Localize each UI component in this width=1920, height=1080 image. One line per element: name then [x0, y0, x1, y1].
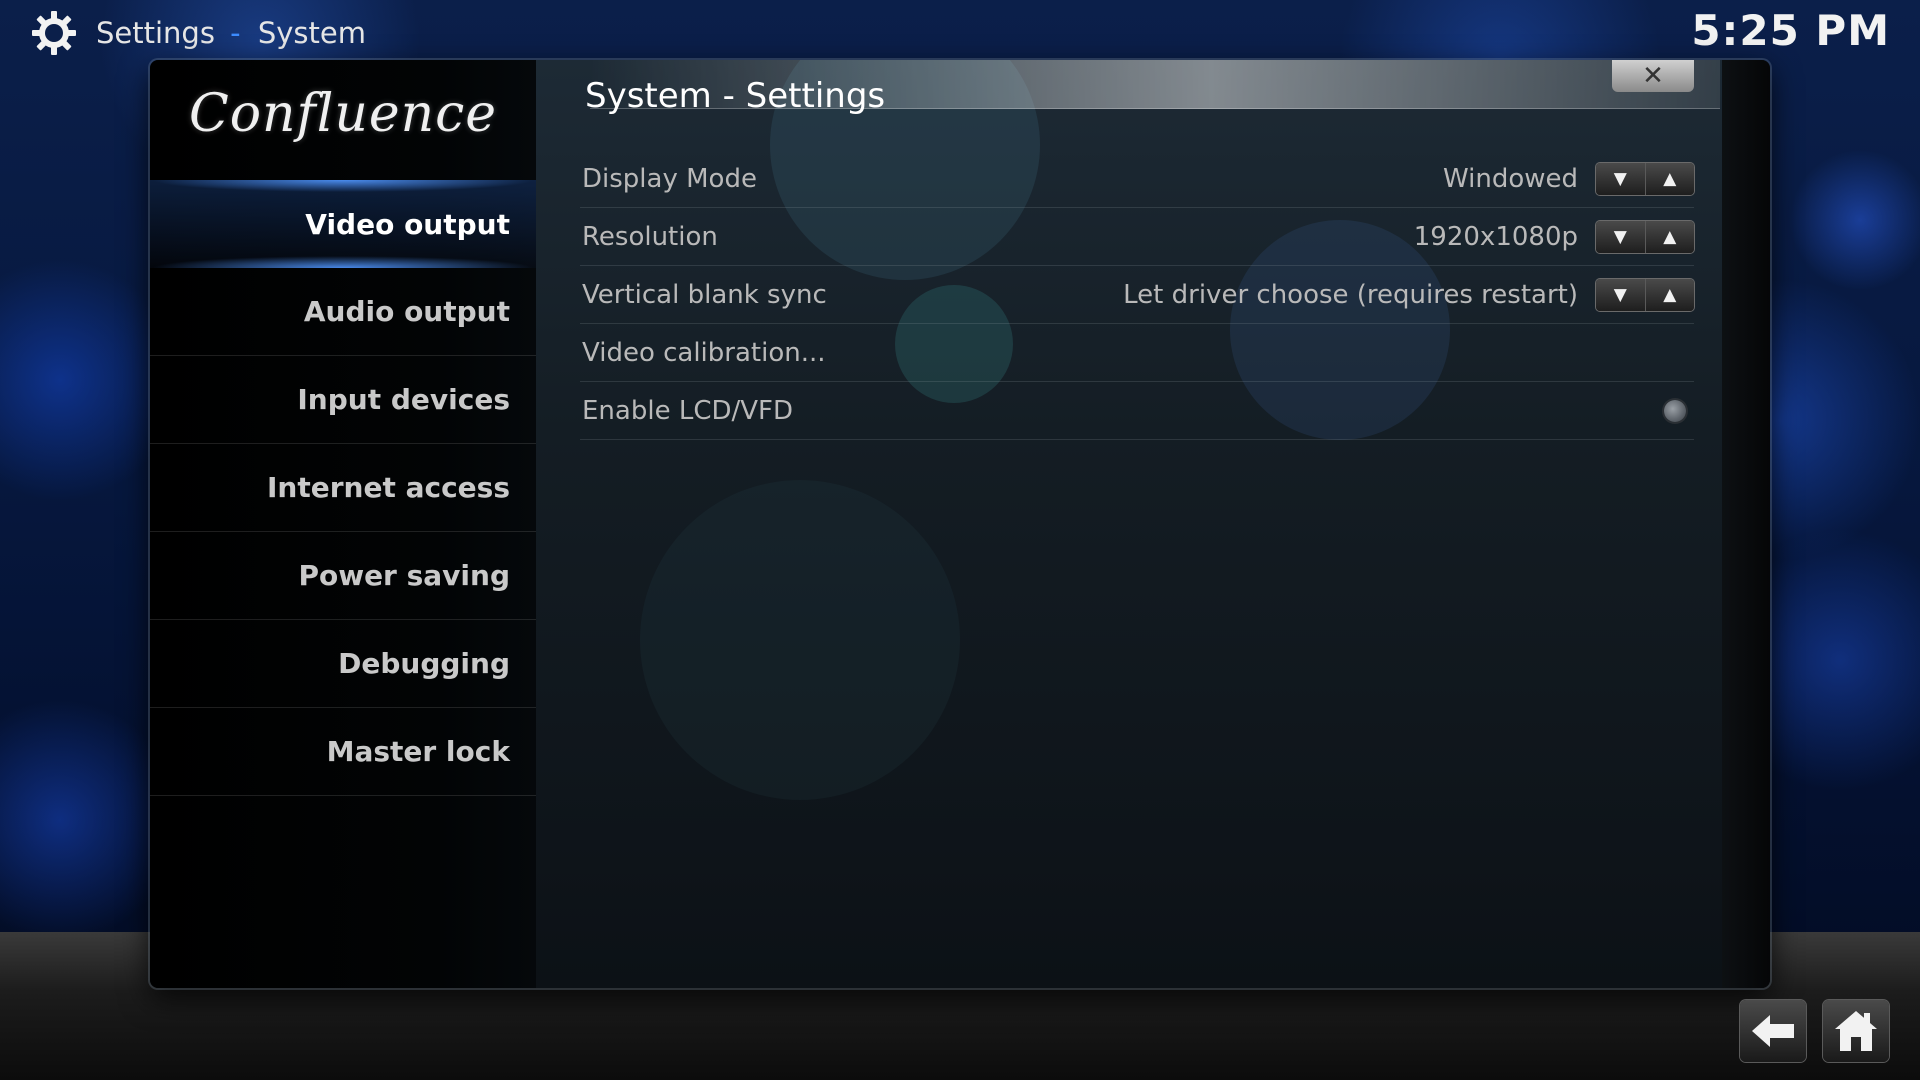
- value-spinner: ▼ ▲: [1596, 278, 1694, 311]
- spinner-up-button[interactable]: ▲: [1644, 162, 1694, 195]
- setting-label: Resolution: [582, 221, 718, 252]
- clock: 5:25 PM: [1691, 6, 1890, 55]
- sidebar-item-master-lock[interactable]: Master lock: [150, 708, 536, 796]
- back-arrow-icon: [1752, 1015, 1794, 1047]
- spinner-up-button[interactable]: ▲: [1644, 220, 1694, 253]
- spinner-down-button[interactable]: ▼: [1596, 278, 1645, 311]
- sidebar-item-internet-access[interactable]: Internet access: [150, 444, 536, 532]
- background-bubble: [640, 480, 960, 800]
- sidebar-item-power-saving[interactable]: Power saving: [150, 532, 536, 620]
- setting-row-resolution[interactable]: Resolution 1920x1080p ▼ ▲: [580, 208, 1694, 266]
- panel-right-strip: [1722, 60, 1770, 988]
- header-breadcrumb: Settings - System: [30, 8, 366, 58]
- settings-list: Display Mode Windowed ▼ ▲ Resolution 192…: [580, 150, 1694, 440]
- sidebar-menu: Video output Audio output Input devices …: [150, 180, 536, 796]
- sidebar-item-audio-output[interactable]: Audio output: [150, 268, 536, 356]
- radio-toggle[interactable]: [1664, 399, 1686, 422]
- setting-label: Video calibration...: [582, 337, 826, 368]
- setting-row-video-calibration[interactable]: Video calibration...: [580, 324, 1694, 382]
- settings-panel: Confluence Video output Audio output Inp…: [150, 60, 1770, 988]
- setting-label: Enable LCD/VFD: [582, 395, 794, 426]
- setting-value: Windowed: [1442, 163, 1578, 194]
- breadcrumb-section: Settings: [96, 16, 215, 50]
- breadcrumb-subsection: System: [257, 16, 367, 50]
- back-button[interactable]: [1740, 1000, 1806, 1062]
- close-button[interactable]: ✕: [1612, 60, 1694, 92]
- setting-label: Vertical blank sync: [582, 279, 827, 310]
- page-title: System - Settings: [585, 76, 886, 116]
- setting-row-vertical-blank-sync[interactable]: Vertical blank sync Let driver choose (r…: [580, 266, 1694, 324]
- sidebar-item-video-output[interactable]: Video output: [150, 180, 536, 268]
- breadcrumb-separator: -: [230, 16, 241, 50]
- setting-label: Display Mode: [582, 163, 757, 194]
- spinner-up-button[interactable]: ▲: [1644, 278, 1694, 311]
- sidebar: Confluence Video output Audio output Inp…: [150, 60, 536, 988]
- value-spinner: ▼ ▲: [1596, 162, 1694, 195]
- spinner-down-button[interactable]: ▼: [1596, 162, 1645, 195]
- sidebar-item-debugging[interactable]: Debugging: [150, 620, 536, 708]
- home-button[interactable]: [1823, 1000, 1889, 1062]
- value-spinner: ▼ ▲: [1596, 220, 1694, 253]
- setting-row-enable-lcd-vfd[interactable]: Enable LCD/VFD: [580, 382, 1694, 440]
- gear-icon: [30, 9, 78, 57]
- setting-value: Let driver choose (requires restart): [1123, 279, 1578, 310]
- close-icon: ✕: [1642, 61, 1664, 91]
- setting-row-display-mode[interactable]: Display Mode Windowed ▼ ▲: [580, 150, 1694, 208]
- confluence-logo: Confluence: [188, 84, 498, 144]
- setting-value: 1920x1080p: [1413, 221, 1578, 252]
- sidebar-item-input-devices[interactable]: Input devices: [150, 356, 536, 444]
- spinner-down-button[interactable]: ▼: [1596, 220, 1645, 253]
- home-icon: [1835, 1011, 1877, 1051]
